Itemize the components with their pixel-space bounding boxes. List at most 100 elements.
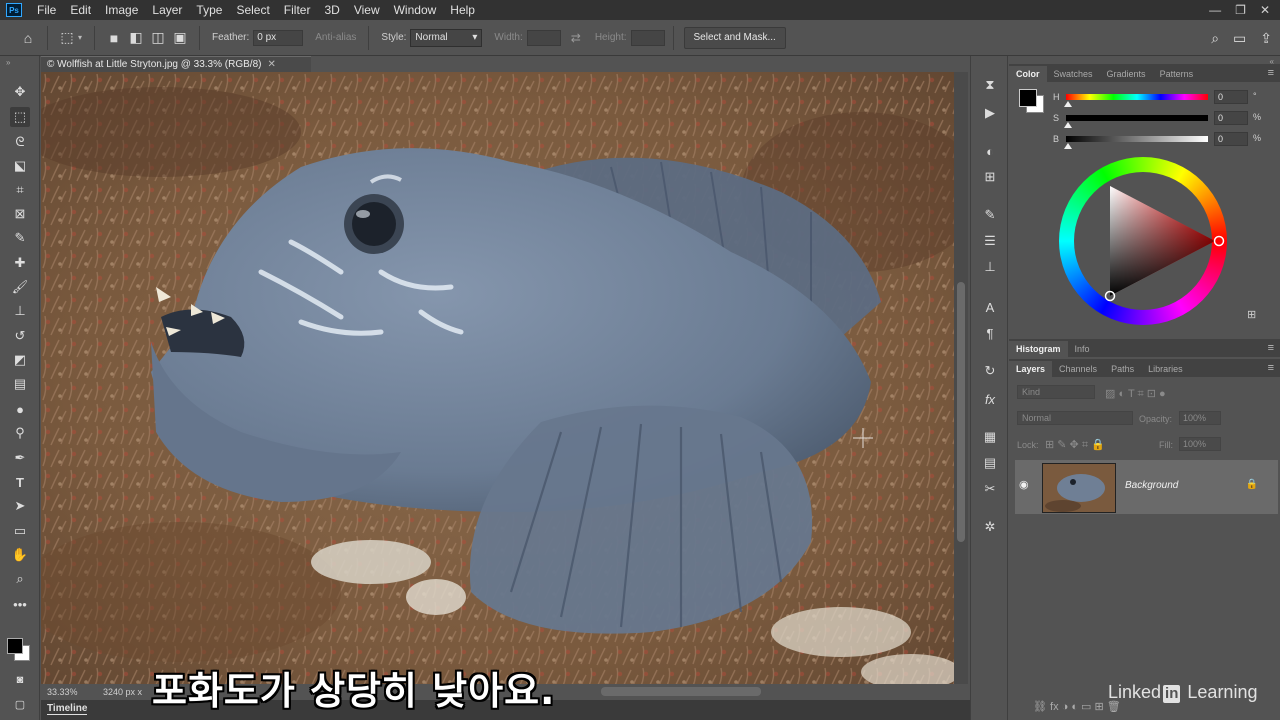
visibility-eye-icon[interactable]: ◉ <box>1019 478 1029 491</box>
quick-mask-icon[interactable]: ◙ <box>10 670 30 690</box>
subtract-selection-icon[interactable]: ◫ <box>147 27 169 49</box>
hue-value[interactable]: 0 <box>1214 90 1248 104</box>
menu-select[interactable]: Select <box>229 0 276 20</box>
history-brush-tool-icon[interactable]: ↺ <box>10 326 30 346</box>
timeline-tab[interactable]: Timeline <box>47 703 88 715</box>
document-tab[interactable]: © Wolffish at Little Stryton.jpg @ 33.3%… <box>41 56 311 72</box>
canvas[interactable] <box>41 72 954 684</box>
style-select[interactable]: Normal ▾ <box>410 28 483 47</box>
new-selection-icon[interactable]: ■ <box>103 27 125 49</box>
sliders-icon[interactable]: ☰ <box>980 232 1000 250</box>
intersect-selection-icon[interactable]: ▣ <box>169 27 191 49</box>
collapse-icon[interactable]: » <box>6 58 10 67</box>
more-tools-icon[interactable]: ••• <box>10 594 30 614</box>
lasso-tool-icon[interactable]: ᘓ <box>10 132 30 152</box>
3d-icon[interactable]: ↻ <box>980 362 1000 380</box>
share-icon[interactable]: ⇪ <box>1260 30 1272 47</box>
lock-options-icon[interactable]: ⊞ ✎ ✥ ⌗ 🔒 <box>1045 438 1105 452</box>
color-triangle[interactable] <box>1059 157 1227 325</box>
layer-row-background[interactable]: ◉ Background 🔒 <box>1015 460 1278 514</box>
blur-tool-icon[interactable]: ● <box>10 399 30 419</box>
close-icon[interactable]: ✕ <box>1260 3 1270 17</box>
tab-gradients[interactable]: Gradients <box>1100 66 1153 82</box>
blend-mode-select[interactable]: Normal <box>1017 411 1133 425</box>
tab-swatches[interactable]: Swatches <box>1047 66 1100 82</box>
saturation-slider[interactable]: S 0 % <box>1009 111 1280 131</box>
minimize-icon[interactable]: — <box>1209 3 1221 17</box>
zoom-level[interactable]: 33.33% <box>47 687 78 697</box>
filter-pixel-icon[interactable]: ▨ ◐ T ⌗ ⊡ ● <box>1105 387 1166 401</box>
dodge-tool-icon[interactable]: ⚲ <box>10 423 30 443</box>
height-input[interactable] <box>630 29 665 46</box>
feather-input[interactable]: 0 px <box>253 29 304 46</box>
paragraph-icon[interactable]: ¶ <box>980 324 1000 342</box>
menu-edit[interactable]: Edit <box>63 0 98 20</box>
properties-icon[interactable]: ⊞ <box>980 168 1000 186</box>
brightness-track[interactable] <box>1066 136 1208 142</box>
restore-icon[interactable]: ❐ <box>1235 3 1246 17</box>
notes-icon[interactable]: ▤ <box>980 454 1000 472</box>
path-selection-tool-icon[interactable]: ➤ <box>10 496 30 516</box>
libraries-icon[interactable]: ▦ <box>980 428 1000 446</box>
home-icon[interactable]: ⌂ <box>17 27 39 49</box>
scrollbar-thumb[interactable] <box>957 282 965 542</box>
document-size-info[interactable]: 3240 px x <box>103 687 142 697</box>
marquee-preset-icon[interactable]: ⬚ <box>56 27 78 49</box>
screen-mode-icon[interactable]: ▢ <box>10 694 30 714</box>
tab-layers[interactable]: Layers <box>1009 361 1053 377</box>
type-tool-icon[interactable]: T <box>10 472 30 492</box>
layer-name[interactable]: Background <box>1125 480 1178 491</box>
tab-libraries[interactable]: Libraries <box>1141 361 1190 377</box>
brush-settings-icon[interactable]: ✎ <box>980 206 1000 224</box>
fill-input[interactable]: 100% <box>1179 437 1221 451</box>
hand-tool-icon[interactable]: ✋ <box>10 545 30 565</box>
search-icon[interactable]: ⌕ <box>1211 30 1219 47</box>
workspace-icon[interactable]: ▭ <box>1233 30 1246 47</box>
crop-tool-icon[interactable]: ⌗ <box>10 180 30 200</box>
adjustments-icon[interactable]: ◐ <box>980 142 1000 160</box>
select-and-mask-button[interactable]: Select and Mask... <box>683 26 786 49</box>
zoom-tool-icon[interactable]: ⌕ <box>10 569 30 589</box>
rectangle-tool-icon[interactable]: ▭ <box>10 521 30 541</box>
character-icon[interactable]: A <box>980 298 1000 316</box>
clone-source-icon[interactable]: ⊥ <box>980 258 1000 276</box>
horizontal-scrollbar-thumb[interactable] <box>601 687 761 696</box>
actions-play-icon[interactable]: ▶ <box>980 104 1000 122</box>
hue-slider[interactable]: H 0 ° <box>1009 90 1280 110</box>
tab-color[interactable]: Color <box>1009 66 1047 82</box>
saturation-value[interactable]: 0 <box>1214 111 1248 125</box>
panel-menu-icon[interactable]: ≡ <box>1268 67 1274 79</box>
brightness-thumb[interactable] <box>1064 143 1072 149</box>
saturation-thumb[interactable] <box>1064 122 1072 128</box>
menu-filter[interactable]: Filter <box>277 0 318 20</box>
navigator-icon[interactable]: ✲ <box>980 518 1000 536</box>
width-input[interactable] <box>526 29 561 46</box>
brush-tool-icon[interactable]: 🖌 <box>10 277 30 297</box>
panel-menu-icon[interactable]: ≡ <box>1268 342 1274 354</box>
pen-tool-icon[interactable]: ✒ <box>10 448 30 468</box>
close-document-icon[interactable]: ✕ <box>267 59 275 70</box>
add-icon[interactable]: ⊞ <box>1247 308 1256 321</box>
move-tool-icon[interactable]: ✥ <box>10 82 30 102</box>
swap-icon[interactable]: ⇄ <box>571 31 581 45</box>
menu-image[interactable]: Image <box>98 0 145 20</box>
tab-channels[interactable]: Channels <box>1052 361 1104 377</box>
clone-stamp-tool-icon[interactable]: ⊥ <box>10 301 30 321</box>
tab-info[interactable]: Info <box>1068 341 1097 357</box>
vertical-scrollbar[interactable] <box>954 72 968 684</box>
menu-3d[interactable]: 3D <box>317 0 346 20</box>
kind-filter-select[interactable]: Kind <box>1017 385 1095 399</box>
menu-file[interactable]: File <box>30 0 63 20</box>
tab-histogram[interactable]: Histogram <box>1009 341 1068 357</box>
styles-icon[interactable]: fx <box>980 390 1000 408</box>
rectangular-marquee-tool-icon[interactable]: ⬚ <box>10 107 30 127</box>
healing-brush-tool-icon[interactable]: ✚ <box>10 253 30 273</box>
hue-track[interactable] <box>1066 94 1208 100</box>
hue-thumb[interactable] <box>1064 101 1072 107</box>
menu-help[interactable]: Help <box>443 0 482 20</box>
gradient-tool-icon[interactable]: ▤ <box>10 374 30 394</box>
foreground-color-swatch[interactable] <box>7 638 23 654</box>
opacity-input[interactable]: 100% <box>1179 411 1221 425</box>
eraser-tool-icon[interactable]: ◩ <box>10 350 30 370</box>
menu-window[interactable]: Window <box>387 0 444 20</box>
